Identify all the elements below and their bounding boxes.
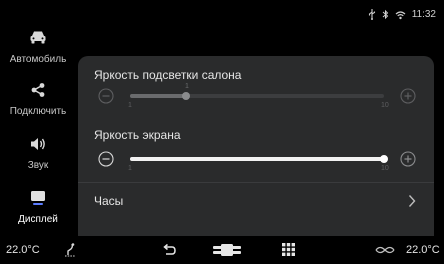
divider — [78, 182, 434, 183]
left-temperature[interactable]: 22.0°C — [6, 244, 40, 256]
apps-grid-icon[interactable] — [282, 243, 295, 256]
screen-brightness-slider[interactable] — [130, 155, 388, 163]
display-settings-panel: Яркость подсветки салона 1 1 10 Яркость … — [78, 56, 434, 236]
chevron-right-icon — [408, 194, 416, 213]
screen-brightness-title: Яркость экрана — [94, 128, 181, 142]
ambient-min-label: 1 — [128, 102, 132, 109]
back-icon[interactable] — [162, 243, 176, 257]
ambient-max-label: 10 — [381, 102, 389, 109]
clock-label: Часы — [94, 194, 124, 208]
ambient-increase-button[interactable] — [400, 88, 416, 104]
ambient-slider-fill — [130, 94, 186, 98]
ambient-current-value: 1 — [185, 83, 189, 90]
sidebar-item-label: Подключить — [9, 106, 67, 117]
status-bar: 11:32 — [0, 0, 444, 30]
screen-increase-button[interactable] — [400, 151, 416, 167]
bottom-bar: 22.0°C 22.0°C — [0, 238, 444, 264]
speaker-icon — [0, 136, 76, 158]
sidebar: Автомобиль Подключить Звук Дисплей — [0, 30, 78, 238]
status-icons: 11:32 — [368, 9, 436, 20]
wifi-icon — [395, 10, 406, 20]
usb-icon — [368, 9, 376, 20]
screen-max-label: 10 — [381, 165, 389, 172]
display-icon — [0, 190, 76, 212]
sidebar-item-sound[interactable]: Звук — [0, 136, 76, 186]
right-temperature[interactable]: 22.0°C — [406, 244, 440, 256]
screen-decrease-button[interactable] — [98, 151, 114, 167]
seat-heat-icon[interactable] — [62, 242, 78, 258]
sidebar-item-label: Автомобиль — [9, 54, 67, 65]
screen-slider-handle[interactable] — [380, 155, 388, 163]
fan-icon[interactable] — [374, 244, 396, 256]
status-time: 11:32 — [411, 9, 436, 20]
ambient-brightness-title: Яркость подсветки салона — [94, 68, 242, 82]
sidebar-item-connect[interactable]: Подключить — [0, 82, 76, 132]
bluetooth-icon — [382, 9, 389, 20]
screen-slider-fill — [130, 157, 384, 161]
car-icon — [0, 30, 76, 52]
ambient-slider-handle[interactable] — [181, 92, 190, 100]
ambient-decrease-button[interactable] — [98, 88, 114, 104]
media-icon[interactable] — [213, 244, 241, 256]
clock-settings-row[interactable]: Часы — [78, 184, 434, 220]
screen-min-label: 1 — [128, 165, 132, 172]
ambient-brightness-slider[interactable] — [130, 92, 384, 100]
sidebar-item-vehicle[interactable]: Автомобиль — [0, 30, 76, 80]
sidebar-item-display[interactable]: Дисплей — [0, 190, 76, 240]
sidebar-item-label: Дисплей — [18, 214, 58, 225]
sidebar-item-label: Звук — [27, 160, 49, 171]
share-icon — [0, 82, 76, 104]
